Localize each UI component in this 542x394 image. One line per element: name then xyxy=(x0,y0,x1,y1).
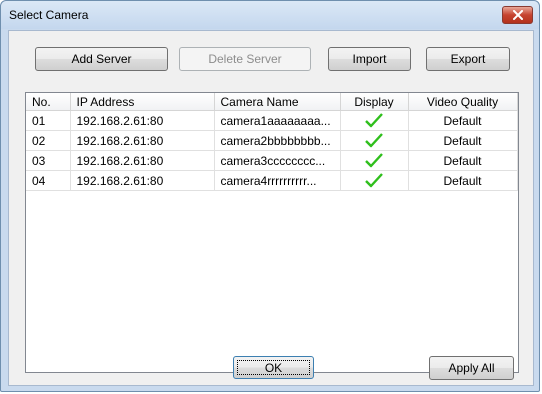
column-header-video-quality[interactable]: Video Quality xyxy=(408,93,518,111)
camera-name: camera4rrrrrrrrrr... xyxy=(214,170,341,191)
ip-address: 192.168.2.61:80 xyxy=(70,130,215,151)
table-row[interactable]: 03 192.168.2.61:80 camera3cccccccc... De… xyxy=(26,150,518,171)
apply-all-button[interactable]: Apply All xyxy=(429,356,514,380)
import-button[interactable]: Import xyxy=(328,47,411,71)
focus-rectangle xyxy=(237,360,310,375)
camera-name: camera3cccccccc... xyxy=(214,150,341,171)
ip-address: 192.168.2.61:80 xyxy=(70,150,215,171)
ip-address: 192.168.2.61:80 xyxy=(70,110,215,131)
video-quality: Default xyxy=(408,150,518,171)
display-cell[interactable] xyxy=(340,150,409,171)
close-button[interactable] xyxy=(502,6,533,24)
check-icon xyxy=(365,173,383,188)
row-number: 01 xyxy=(26,110,71,131)
delete-server-button[interactable]: Delete Server xyxy=(179,47,311,71)
camera-name: camera1aaaaaaaa... xyxy=(214,110,341,131)
video-quality: Default xyxy=(408,110,518,131)
camera-table: No. IP Address Camera Name Display Video… xyxy=(26,93,518,191)
row-number: 04 xyxy=(26,170,71,191)
display-cell[interactable] xyxy=(340,170,409,191)
dialog-body: Add Server Delete Server Import Export N… xyxy=(8,30,534,386)
column-header-ip-address[interactable]: IP Address xyxy=(70,93,215,111)
display-cell[interactable] xyxy=(340,130,409,151)
title-bar: Select Camera xyxy=(1,1,539,29)
column-header-display[interactable]: Display xyxy=(340,93,409,111)
row-number: 02 xyxy=(26,130,71,151)
add-server-button[interactable]: Add Server xyxy=(35,47,168,71)
ok-button[interactable]: OK xyxy=(233,356,314,379)
table-header: No. IP Address Camera Name Display Video… xyxy=(26,93,518,111)
check-icon xyxy=(365,153,383,168)
display-cell[interactable] xyxy=(340,110,409,131)
check-icon xyxy=(365,113,383,128)
video-quality: Default xyxy=(408,130,518,151)
camera-name: camera2bbbbbbbb... xyxy=(214,130,341,151)
row-number: 03 xyxy=(26,150,71,171)
select-camera-dialog: Select Camera Add Server Delete Server I… xyxy=(0,0,540,392)
check-icon xyxy=(365,133,383,148)
ip-address: 192.168.2.61:80 xyxy=(70,170,215,191)
column-header-no[interactable]: No. xyxy=(26,93,71,111)
close-icon xyxy=(512,10,523,20)
export-button[interactable]: Export xyxy=(426,47,510,71)
table-row[interactable]: 02 192.168.2.61:80 camera2bbbbbbbb... De… xyxy=(26,130,518,151)
video-quality: Default xyxy=(408,170,518,191)
table-row[interactable]: 04 192.168.2.61:80 camera4rrrrrrrrrr... … xyxy=(26,170,518,191)
camera-list[interactable]: No. IP Address Camera Name Display Video… xyxy=(25,92,519,373)
window-title: Select Camera xyxy=(9,8,89,22)
table-row[interactable]: 01 192.168.2.61:80 camera1aaaaaaaa... De… xyxy=(26,110,518,131)
column-header-camera-name[interactable]: Camera Name xyxy=(214,93,341,111)
